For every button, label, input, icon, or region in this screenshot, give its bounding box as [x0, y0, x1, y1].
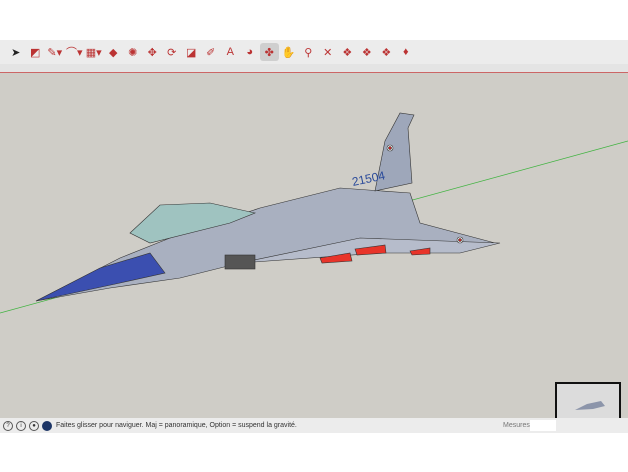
rafale-model: 21504 — [35, 112, 501, 302]
extension-warehouse-tool-icon[interactable]: ❖ — [357, 43, 377, 61]
toolbar-separator — [0, 64, 628, 72]
rotate-tool-icon[interactable]: ⟳ — [162, 43, 182, 61]
eraser-tool-icon[interactable]: ◩ — [26, 43, 46, 61]
follow-me-tool-icon[interactable]: ✺ — [123, 43, 143, 61]
text-tool-icon[interactable]: A — [221, 43, 241, 61]
tape-measure-tool-icon[interactable]: ✐ — [201, 43, 221, 61]
zoom-extents-tool-icon[interactable]: ✕ — [318, 43, 338, 61]
3d-viewport[interactable]: 21504 — [0, 72, 628, 419]
send-to-layout-tool-icon[interactable]: ❖ — [377, 43, 397, 61]
orbit-tool-icon[interactable]: ✤ — [259, 43, 279, 61]
status-bar: ? i ● Faites glisser pour naviguer. Maj … — [0, 418, 628, 433]
warehouse-tool-icon[interactable]: ❖ — [338, 43, 358, 61]
geo-location-icon[interactable]: ? — [3, 420, 13, 431]
pencil-tool-icon[interactable]: ✎▾ — [45, 43, 65, 61]
pan-tool-icon[interactable]: ✋ — [279, 43, 299, 61]
credits-icon[interactable]: i — [16, 420, 26, 431]
ruby-tool-icon[interactable]: ♦ — [396, 43, 416, 61]
paint-bucket-tool-icon[interactable]: ◕ — [240, 43, 260, 61]
measures-input[interactable] — [530, 420, 556, 431]
arc-tool-icon[interactable]: ⌒▾ — [65, 43, 85, 61]
scale-tool-icon[interactable]: ◪ — [182, 43, 202, 61]
move-tool-icon[interactable]: ✥ — [143, 43, 163, 61]
user-icon[interactable]: ● — [29, 420, 39, 431]
select-tool-icon[interactable]: ➤ — [6, 43, 26, 61]
status-message: Faites glisser pour naviguer. Maj = pano… — [56, 422, 297, 429]
toolbar: ➤ ◩ ✎▾ ⌒▾ ▦▾ ◆ ✺ ✥ ⟳ ◪ ✐ A ◕ ✤ ✋ ⚲ ✕ ❖ ❖ ❖ ♦ — [0, 40, 628, 64]
help-icon[interactable] — [42, 420, 52, 431]
rectangle-tool-icon[interactable]: ▦▾ — [84, 43, 104, 61]
model-scene: 21504 — [0, 112, 628, 314]
push-pull-tool-icon[interactable]: ◆ — [104, 43, 124, 61]
measures-label: Mesures — [503, 422, 530, 429]
zoom-tool-icon[interactable]: ⚲ — [299, 43, 319, 61]
